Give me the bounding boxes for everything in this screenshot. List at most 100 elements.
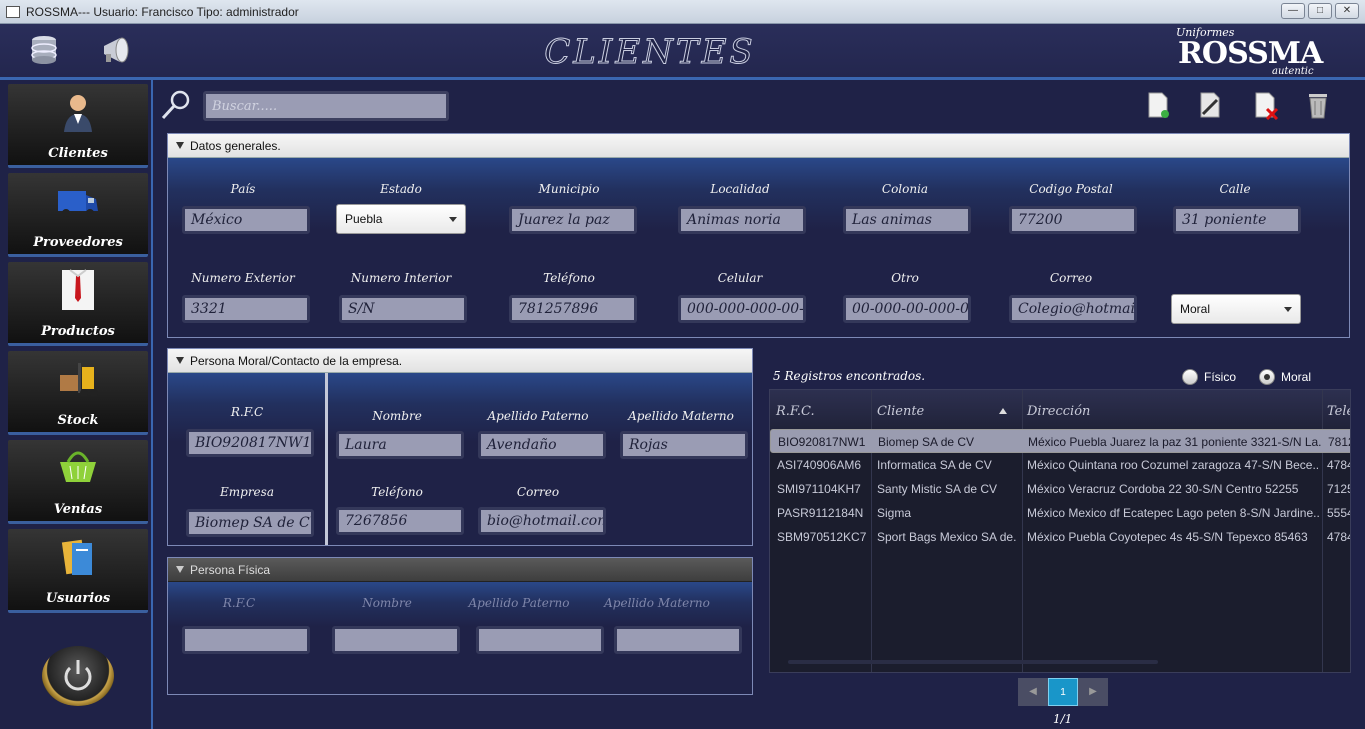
- sidebar-item-label: Usuarios: [45, 591, 111, 606]
- ap-paterno-field[interactable]: Avendaño: [478, 431, 606, 459]
- cell-direccion: México Puebla Juarez la paz 31 poniente …: [1028, 435, 1321, 449]
- radio-circle-icon: [1182, 369, 1198, 385]
- estado-label: Estado: [380, 182, 422, 196]
- table-row[interactable]: SBM970512KC7 Sport Bags Mexico SA de... …: [770, 525, 1350, 549]
- telefono-field[interactable]: 781257896: [509, 295, 637, 323]
- radio-moral[interactable]: Moral: [1259, 369, 1311, 385]
- colonia-field[interactable]: Las animas: [843, 206, 971, 234]
- correo-field[interactable]: bio@hotmail.com: [478, 507, 606, 535]
- toolbar: [155, 84, 1365, 126]
- cp-field[interactable]: 77200: [1009, 206, 1137, 234]
- cell-rfc: SMI971104KH7: [777, 482, 861, 496]
- table-row[interactable]: SMI971104KH7 Santy Mistic SA de CV Méxic…: [770, 477, 1350, 501]
- app-icon: [6, 5, 20, 18]
- power-button[interactable]: [42, 646, 114, 706]
- cell-telefono: 4784: [1327, 458, 1350, 472]
- persona-moral-header[interactable]: Persona Moral/Contacto de la empresa.: [168, 349, 752, 373]
- app-header: CLIENTES Uniformes ROSSMA autentic: [0, 24, 1365, 80]
- calle-field[interactable]: 31 poniente: [1173, 206, 1301, 234]
- search-icon[interactable]: [159, 88, 193, 122]
- ap-paterno-fisica-field[interactable]: [476, 626, 604, 654]
- tipo-persona-select[interactable]: Moral: [1171, 294, 1301, 324]
- ap-materno-field[interactable]: Rojas: [620, 431, 748, 459]
- correo-label: Correo: [516, 485, 560, 499]
- column-header-telefono[interactable]: Telé: [1327, 404, 1350, 419]
- celular-field[interactable]: 000-000-000-00-: [678, 295, 806, 323]
- telefono-label: Teléfono: [371, 485, 423, 499]
- num-ext-field[interactable]: 3321: [182, 295, 310, 323]
- page-info: 1/1: [1053, 712, 1073, 726]
- panel-title: Persona Moral/Contacto de la empresa.: [190, 354, 403, 368]
- column-header-direccion[interactable]: Dirección: [1027, 404, 1090, 419]
- sidebar-item-stock[interactable]: Stock: [8, 351, 148, 435]
- nombre-field[interactable]: Laura: [336, 431, 464, 459]
- rfc-field[interactable]: BIO920817NW1: [186, 429, 314, 457]
- correo-field[interactable]: Colegio@hotmail: [1009, 295, 1137, 323]
- radio-fisico[interactable]: Físico: [1182, 369, 1236, 385]
- localidad-field[interactable]: Animas noria: [678, 206, 806, 234]
- previous-page-button[interactable]: ◀: [1018, 678, 1048, 706]
- empresa-field[interactable]: Biomep SA de CV: [186, 509, 314, 537]
- cell-telefono: 7812: [1328, 435, 1350, 449]
- cell-rfc: ASI740906AM6: [777, 458, 862, 472]
- users-folder-icon: [61, 539, 92, 575]
- page-title: CLIENTES: [544, 32, 756, 73]
- cell-cliente: Sport Bags Mexico SA de...: [877, 530, 1017, 544]
- title-bar: ROSSMA--- Usuario: Francisco Tipo: admin…: [0, 0, 1365, 24]
- search-input[interactable]: [203, 91, 449, 121]
- rfc-fisica-field[interactable]: [182, 626, 310, 654]
- localidad-label: Localidad: [710, 182, 770, 196]
- table-row[interactable]: BIO920817NW1 Biomep SA de CV México Pueb…: [770, 429, 1350, 453]
- cell-direccion: México Quintana roo Cozumel zaragoza 47-…: [1027, 458, 1320, 472]
- cell-direccion: México Mexico df Ecatepec Lago peten 8-S…: [1027, 506, 1320, 520]
- cp-label: Codigo Postal: [1029, 182, 1113, 196]
- brand-logo: Uniformes ROSSMA autentic: [1176, 26, 1326, 78]
- delete-document-icon[interactable]: [1250, 90, 1280, 120]
- table-row[interactable]: PASR9112184N Sigma México Mexico df Ecat…: [770, 501, 1350, 525]
- persona-fisica-header[interactable]: Persona Física: [168, 558, 752, 582]
- cell-cliente: Informatica SA de CV: [877, 458, 992, 472]
- horizontal-scrollbar[interactable]: [788, 660, 1158, 664]
- basket-icon: [60, 451, 96, 482]
- close-button[interactable]: ✕: [1335, 3, 1359, 19]
- sidebar-item-productos[interactable]: Productos: [8, 262, 148, 346]
- chevron-down-icon: [449, 217, 457, 222]
- persona-moral-panel: Persona Moral/Contacto de la empresa. R.…: [167, 348, 753, 546]
- panel-title: Persona Física: [190, 563, 271, 577]
- sidebar-item-ventas[interactable]: Ventas: [8, 440, 148, 524]
- trash-icon[interactable]: [1303, 90, 1333, 120]
- general-data-header[interactable]: Datos generales.: [168, 134, 1349, 158]
- correo-label: Correo: [1049, 271, 1093, 285]
- cell-cliente: Biomep SA de CV: [878, 435, 975, 449]
- maximize-button[interactable]: □: [1308, 3, 1332, 19]
- column-header-rfc[interactable]: R.F.C.: [776, 404, 815, 419]
- nombre-fisica-field[interactable]: [332, 626, 460, 654]
- next-page-button[interactable]: ▶: [1078, 678, 1108, 706]
- column-header-cliente[interactable]: Cliente: [877, 404, 924, 419]
- new-document-icon[interactable]: [1143, 90, 1173, 120]
- radio-circle-icon: [1259, 369, 1275, 385]
- ap-paterno-label: Apellido Paterno: [487, 409, 589, 423]
- ap-materno-label: Apellido Materno: [604, 596, 710, 610]
- otro-field[interactable]: 00-000-00-000-0: [843, 295, 971, 323]
- estado-select[interactable]: Puebla: [336, 204, 466, 234]
- pais-field[interactable]: México: [182, 206, 310, 234]
- municipio-field[interactable]: Juarez la paz: [509, 206, 637, 234]
- user-icon: [64, 95, 92, 132]
- sidebar-item-proveedores[interactable]: Proveedores: [8, 173, 148, 257]
- page-button-current[interactable]: 1: [1048, 678, 1078, 706]
- num-int-field[interactable]: S/N: [339, 295, 467, 323]
- persona-fisica-panel: Persona Física R.F.C Nombre Apellido Pat…: [167, 557, 753, 695]
- cell-rfc: PASR9112184N: [777, 506, 864, 520]
- window-title: ROSSMA--- Usuario: Francisco Tipo: admin…: [26, 4, 299, 19]
- edit-document-icon[interactable]: [1195, 90, 1225, 120]
- ap-materno-fisica-field[interactable]: [614, 626, 742, 654]
- forklift-icon: [60, 363, 98, 397]
- sidebar-item-usuarios[interactable]: Usuarios: [8, 529, 148, 613]
- minimize-button[interactable]: —: [1281, 3, 1305, 19]
- table-row[interactable]: ASI740906AM6 Informatica SA de CV México…: [770, 453, 1350, 477]
- sidebar-item-clientes[interactable]: Clientes: [8, 84, 148, 168]
- telefono-field[interactable]: 7267856: [336, 507, 464, 535]
- nombre-label: Nombre: [362, 596, 412, 610]
- telefono-label: Teléfono: [543, 271, 595, 285]
